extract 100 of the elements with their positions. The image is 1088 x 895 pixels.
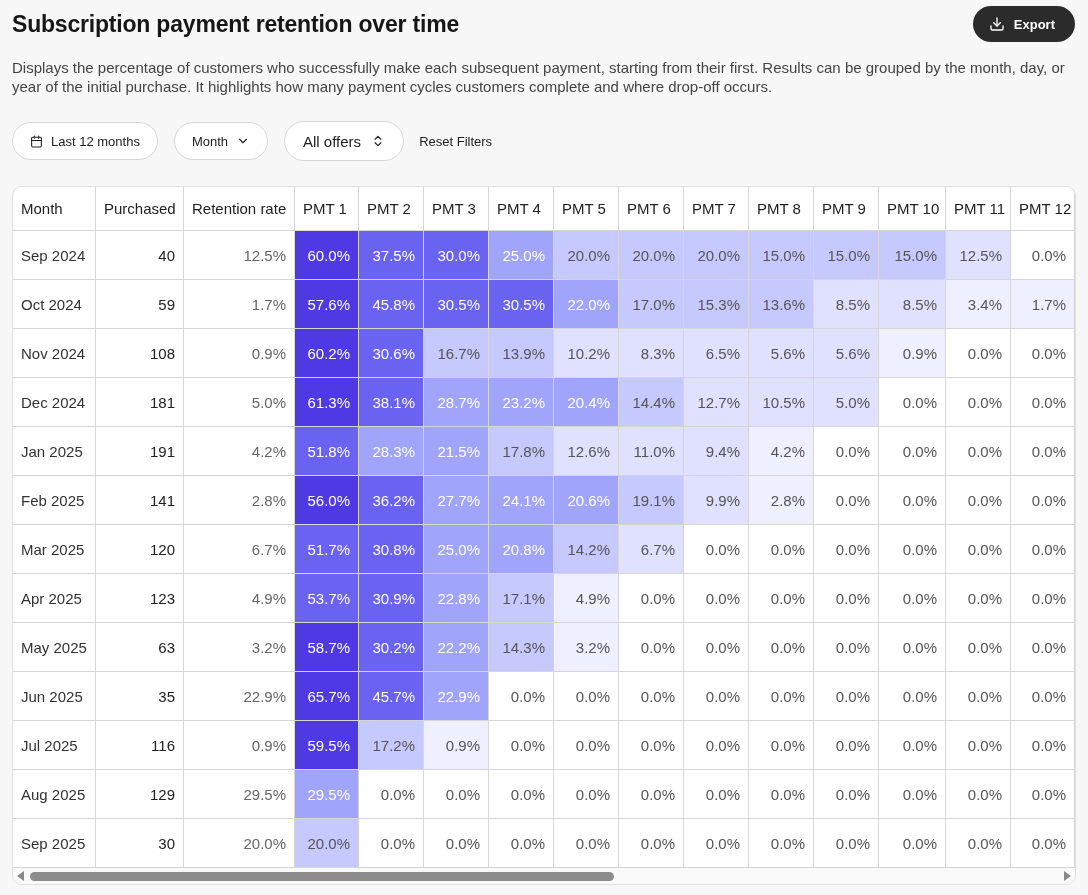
heatmap-cell: 1.7% <box>1011 280 1075 329</box>
reset-filters-link[interactable]: Reset Filters <box>419 133 493 149</box>
heatmap-cell: 0.0% <box>1011 721 1075 770</box>
heatmap-cell: 0.0% <box>684 525 749 574</box>
heatmap-cell: 65.7% <box>295 672 359 721</box>
heatmap-cell: 23.2% <box>489 378 554 427</box>
heatmap-cell: 0.0% <box>879 672 946 721</box>
heatmap-cell: 0.0% <box>946 329 1011 378</box>
heatmap-cell: 0.0% <box>946 819 1011 868</box>
scrollbar-thumb[interactable] <box>30 871 614 881</box>
heatmap-cell: 15.0% <box>814 231 879 280</box>
heatmap-cell: 0.0% <box>1011 378 1075 427</box>
heatmap-cell: 25.0% <box>424 525 489 574</box>
offers-select[interactable]: All offers <box>284 121 405 161</box>
heatmap-cell: 15.0% <box>749 231 814 280</box>
heatmap-cell: 45.8% <box>359 280 424 329</box>
heatmap-cell: 0.0% <box>946 476 1011 525</box>
heatmap-cell: 0.0% <box>749 623 814 672</box>
heatmap-cell: 0.0% <box>1011 476 1075 525</box>
export-button[interactable]: Export <box>972 6 1075 42</box>
heatmap-cell: 0.0% <box>814 476 879 525</box>
heatmap-cell: 13.6% <box>749 280 814 329</box>
heatmap-cell: 3.4% <box>946 280 1011 329</box>
heatmap-cell: 22.0% <box>554 280 619 329</box>
heatmap-cell: 0.0% <box>619 574 684 623</box>
heatmap-cell: 0.0% <box>554 819 619 868</box>
heatmap-cell: 14.3% <box>489 623 554 672</box>
heatmap-cell: 22.2% <box>424 623 489 672</box>
scroll-left-icon[interactable] <box>17 871 24 881</box>
heatmap-cell: 28.3% <box>359 427 424 476</box>
heatmap-cell: 0.0% <box>619 770 684 819</box>
heatmap-cell: 45.7% <box>359 672 424 721</box>
grouping-dropdown[interactable]: Month <box>173 122 269 160</box>
heatmap-cell: 0.0% <box>814 525 879 574</box>
heatmap-cell: 14.4% <box>619 378 684 427</box>
heatmap-cell: 53.7% <box>295 574 359 623</box>
heatmap-cell: 51.7% <box>295 525 359 574</box>
heatmap-cell: 0.9% <box>879 329 946 378</box>
table-cell: 181 <box>96 378 184 427</box>
heatmap-cell: 0.0% <box>359 819 424 868</box>
heatmap-cell: 0.0% <box>554 721 619 770</box>
table-cell: Sep 2024 <box>13 231 96 280</box>
heatmap-cell: 0.0% <box>684 770 749 819</box>
heatmap-cell: 12.5% <box>946 231 1011 280</box>
heatmap-cell: 0.0% <box>684 721 749 770</box>
heatmap-cell: 30.8% <box>359 525 424 574</box>
download-icon <box>988 16 1005 32</box>
table-cell: Jul 2025 <box>13 721 96 770</box>
heatmap-cell: 0.0% <box>1011 427 1075 476</box>
table-cell: Jun 2025 <box>13 672 96 721</box>
heatmap-cell: 0.0% <box>489 672 554 721</box>
heatmap-cell: 30.5% <box>424 280 489 329</box>
table-cell: 129 <box>96 770 184 819</box>
heatmap-cell: 12.6% <box>554 427 619 476</box>
heatmap-cell: 0.0% <box>1011 574 1075 623</box>
table-cell: Nov 2024 <box>13 329 96 378</box>
heatmap-cell: 4.2% <box>749 427 814 476</box>
heatmap-cell: 0.0% <box>946 574 1011 623</box>
heatmap-cell: 0.0% <box>619 672 684 721</box>
heatmap-cell: 24.1% <box>489 476 554 525</box>
heatmap-cell: 0.0% <box>749 574 814 623</box>
table-cell: 63 <box>96 623 184 672</box>
heatmap-cell: 0.0% <box>749 525 814 574</box>
heatmap-cell: 2.8% <box>749 476 814 525</box>
heatmap-cell: 0.0% <box>879 623 946 672</box>
heatmap-cell: 0.0% <box>684 623 749 672</box>
heatmap-cell: 0.0% <box>1011 623 1075 672</box>
heatmap-cell: 27.7% <box>424 476 489 525</box>
heatmap-cell: 22.8% <box>424 574 489 623</box>
heatmap-cell: 0.0% <box>879 819 946 868</box>
heatmap-cell: 0.0% <box>1011 525 1075 574</box>
heatmap-cell: 0.0% <box>814 672 879 721</box>
heatmap-cell: 0.0% <box>879 525 946 574</box>
date-range-button[interactable]: Last 12 months <box>12 122 158 160</box>
heatmap-cell: 17.2% <box>359 721 424 770</box>
heatmap-cell: 0.0% <box>946 427 1011 476</box>
heatmap-cell: 0.0% <box>879 721 946 770</box>
heatmap-cell: 15.0% <box>879 231 946 280</box>
heatmap-cell: 16.7% <box>424 329 489 378</box>
table-cell: 141 <box>96 476 184 525</box>
heatmap-cell: 21.5% <box>424 427 489 476</box>
heatmap-cell: 28.7% <box>424 378 489 427</box>
heatmap-cell: 15.3% <box>684 280 749 329</box>
heatmap-cell: 36.2% <box>359 476 424 525</box>
table-cell: 116 <box>96 721 184 770</box>
heatmap-cell: 0.0% <box>946 770 1011 819</box>
heatmap-cell: 0.0% <box>814 574 879 623</box>
heatmap-cell: 9.9% <box>684 476 749 525</box>
heatmap-cell: 30.2% <box>359 623 424 672</box>
heatmap-cell: 0.0% <box>814 721 879 770</box>
heatmap-cell: 0.0% <box>946 525 1011 574</box>
heatmap-cell: 0.0% <box>946 378 1011 427</box>
heatmap-cell: 20.4% <box>554 378 619 427</box>
table-cell: 191 <box>96 427 184 476</box>
scrollbar-track[interactable] <box>13 868 1075 884</box>
scroll-right-icon[interactable] <box>1064 871 1071 881</box>
heatmap-cell: 0.0% <box>879 378 946 427</box>
heatmap-cell: 8.5% <box>814 280 879 329</box>
heatmap-cell: 0.0% <box>424 770 489 819</box>
heatmap-cell: 0.0% <box>684 819 749 868</box>
